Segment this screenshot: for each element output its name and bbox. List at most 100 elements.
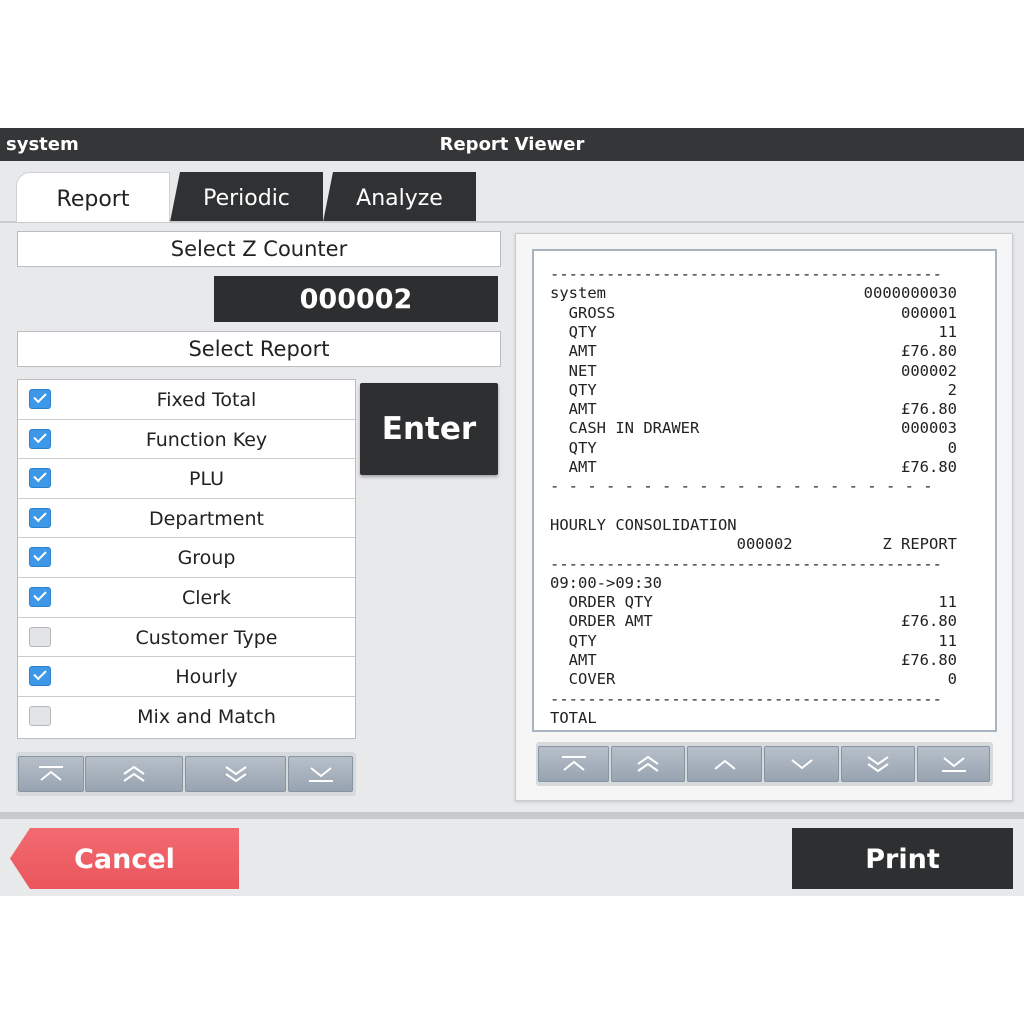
- receipt-line-label: NET: [550, 361, 597, 380]
- receipt-line: 000002 Z REPORT: [550, 535, 957, 554]
- receipt-line-value: £76.80: [901, 400, 957, 419]
- list-item[interactable]: Hourly: [18, 657, 355, 697]
- chevron-up-icon[interactable]: [687, 746, 762, 782]
- receipt-line: [550, 497, 957, 516]
- footer-divider: [0, 812, 1024, 819]
- double-chevron-up-icon[interactable]: [611, 746, 685, 782]
- tab-analyze[interactable]: Analyze: [323, 172, 476, 222]
- receipt-line-value: 000001: [901, 303, 957, 322]
- receipt-line: AMT £76.80: [550, 400, 957, 419]
- tab-periodic[interactable]: Periodic: [170, 172, 323, 222]
- list-scroll-bar: [16, 752, 356, 796]
- receipt-line-value: 0: [947, 670, 957, 689]
- receipt-scroll-bar: [536, 742, 993, 786]
- window-title: Report Viewer: [439, 134, 585, 155]
- list-item[interactable]: Group: [18, 538, 355, 578]
- double-chevron-up-icon[interactable]: [85, 756, 183, 792]
- receipt-line: HOURLY CONSOLIDATION: [550, 516, 957, 535]
- select-z-counter-header: Select Z Counter: [17, 231, 501, 267]
- receipt-line: ORDER QTY 11: [550, 728, 957, 730]
- report-list: Fixed Total Function Key PLU Department …: [17, 379, 356, 739]
- receipt-line-value: 2: [947, 380, 957, 399]
- receipt-line: AMT £76.80: [550, 342, 957, 361]
- receipt-line-label: QTY: [550, 631, 597, 650]
- scroll-top-icon[interactable]: [18, 756, 84, 792]
- receipt-line-label: AMT: [550, 400, 597, 419]
- checkbox[interactable]: [29, 547, 51, 568]
- list-item[interactable]: Function Key: [18, 420, 355, 460]
- receipt-line-label: GROSS: [550, 303, 616, 322]
- tab-report[interactable]: Report: [16, 172, 170, 222]
- receipt-line: QTY 11: [550, 323, 957, 342]
- checkbox[interactable]: [29, 389, 51, 409]
- list-item[interactable]: Mix and Match: [18, 697, 355, 737]
- receipt-line: ----------------------------------------…: [550, 690, 957, 709]
- receipt-line: AMT £76.80: [550, 651, 957, 670]
- receipt-line: ORDER AMT £76.80: [550, 612, 957, 631]
- cancel-button[interactable]: Cancel: [10, 828, 239, 889]
- receipt-line-label: AMT: [550, 342, 597, 361]
- receipt-line-value: 11: [938, 322, 957, 341]
- list-item[interactable]: Department: [18, 499, 355, 539]
- checkbox[interactable]: [29, 705, 51, 726]
- scroll-bottom-icon[interactable]: [288, 756, 353, 792]
- receipt-line-label: ----------------------------------------…: [550, 554, 942, 573]
- receipt-line-value: 11: [938, 593, 957, 612]
- receipt-line-value: 0000000030: [863, 284, 957, 303]
- receipt-line-value: 000003: [901, 419, 957, 438]
- scroll-bottom-icon[interactable]: [917, 746, 990, 782]
- receipt-line-label: AMT: [550, 651, 597, 669]
- receipt-line: QTY 0: [550, 439, 957, 458]
- receipt-line-label: HOURLY CONSOLIDATION: [550, 515, 737, 534]
- receipt-paper[interactable]: ----------------------------------------…: [532, 249, 997, 732]
- receipt-line-label: ORDER AMT: [550, 612, 653, 631]
- double-chevron-down-icon[interactable]: [185, 756, 286, 792]
- receipt-line-value: 11: [938, 631, 957, 650]
- receipt-line-value: £76.80: [901, 342, 957, 361]
- enter-button[interactable]: Enter: [360, 383, 498, 475]
- checkbox[interactable]: [29, 586, 51, 607]
- checkbox[interactable]: [29, 468, 51, 489]
- print-button[interactable]: Print: [792, 828, 1013, 889]
- receipt-line-label: QTY: [550, 438, 597, 457]
- receipt-line: ----------------------------------------…: [550, 265, 957, 284]
- receipt-line: ORDER QTY 11: [550, 593, 957, 612]
- receipt-line-label: ORDER QTY: [550, 593, 653, 612]
- receipt-line-label: 09:00->09:30: [550, 573, 662, 592]
- list-item[interactable]: PLU: [18, 459, 355, 499]
- receipt-line: 09:00->09:30: [550, 574, 957, 593]
- receipt-line: system 0000000030: [550, 284, 957, 303]
- receipt-line-label: TOTAL: [550, 708, 597, 727]
- receipt-line-label: CASH IN DRAWER: [550, 419, 700, 438]
- receipt-line-label: 000002: [550, 535, 793, 554]
- receipt-line: AMT £76.80: [550, 458, 957, 477]
- receipt-line-label: COVER: [550, 670, 616, 689]
- checkbox[interactable]: [29, 626, 51, 647]
- checkbox[interactable]: [29, 666, 51, 687]
- receipt-line: NET 000002: [550, 362, 957, 381]
- receipt-line-value: £76.80: [901, 651, 957, 669]
- receipt-line-value: 0: [947, 438, 957, 457]
- receipt-line: QTY 11: [550, 632, 957, 651]
- double-chevron-down-icon[interactable]: [841, 746, 915, 782]
- receipt-line: GROSS 000001: [550, 304, 957, 323]
- receipt-line-label: AMT: [550, 458, 597, 476]
- list-item[interactable]: Customer Type: [18, 618, 355, 658]
- chevron-down-icon[interactable]: [764, 746, 839, 782]
- scroll-top-icon[interactable]: [538, 746, 609, 782]
- list-item[interactable]: Clerk: [18, 578, 355, 618]
- receipt-line: CASH IN DRAWER 000003: [550, 419, 957, 438]
- receipt-line: COVER 0: [550, 670, 957, 689]
- receipt-line-label: ----------------------------------------…: [550, 689, 942, 708]
- checkbox[interactable]: [29, 507, 51, 528]
- receipt-line-label: ----------------------------------------…: [550, 265, 942, 283]
- list-item[interactable]: Fixed Total: [18, 380, 355, 420]
- checkbox[interactable]: [29, 428, 51, 449]
- receipt-line: - - - - - - - - - - - - - - - - - - - - …: [550, 477, 957, 496]
- z-counter-value[interactable]: 000002 20/12/2018: [214, 276, 498, 363]
- receipt-line: ----------------------------------------…: [550, 555, 957, 574]
- receipt-line-label: - - - - - - - - - - - - - - - - - - - - …: [550, 477, 933, 496]
- receipt-line-value: 000002: [901, 361, 957, 380]
- receipt-line: TOTAL: [550, 709, 957, 728]
- receipt-line-label: QTY: [550, 322, 597, 341]
